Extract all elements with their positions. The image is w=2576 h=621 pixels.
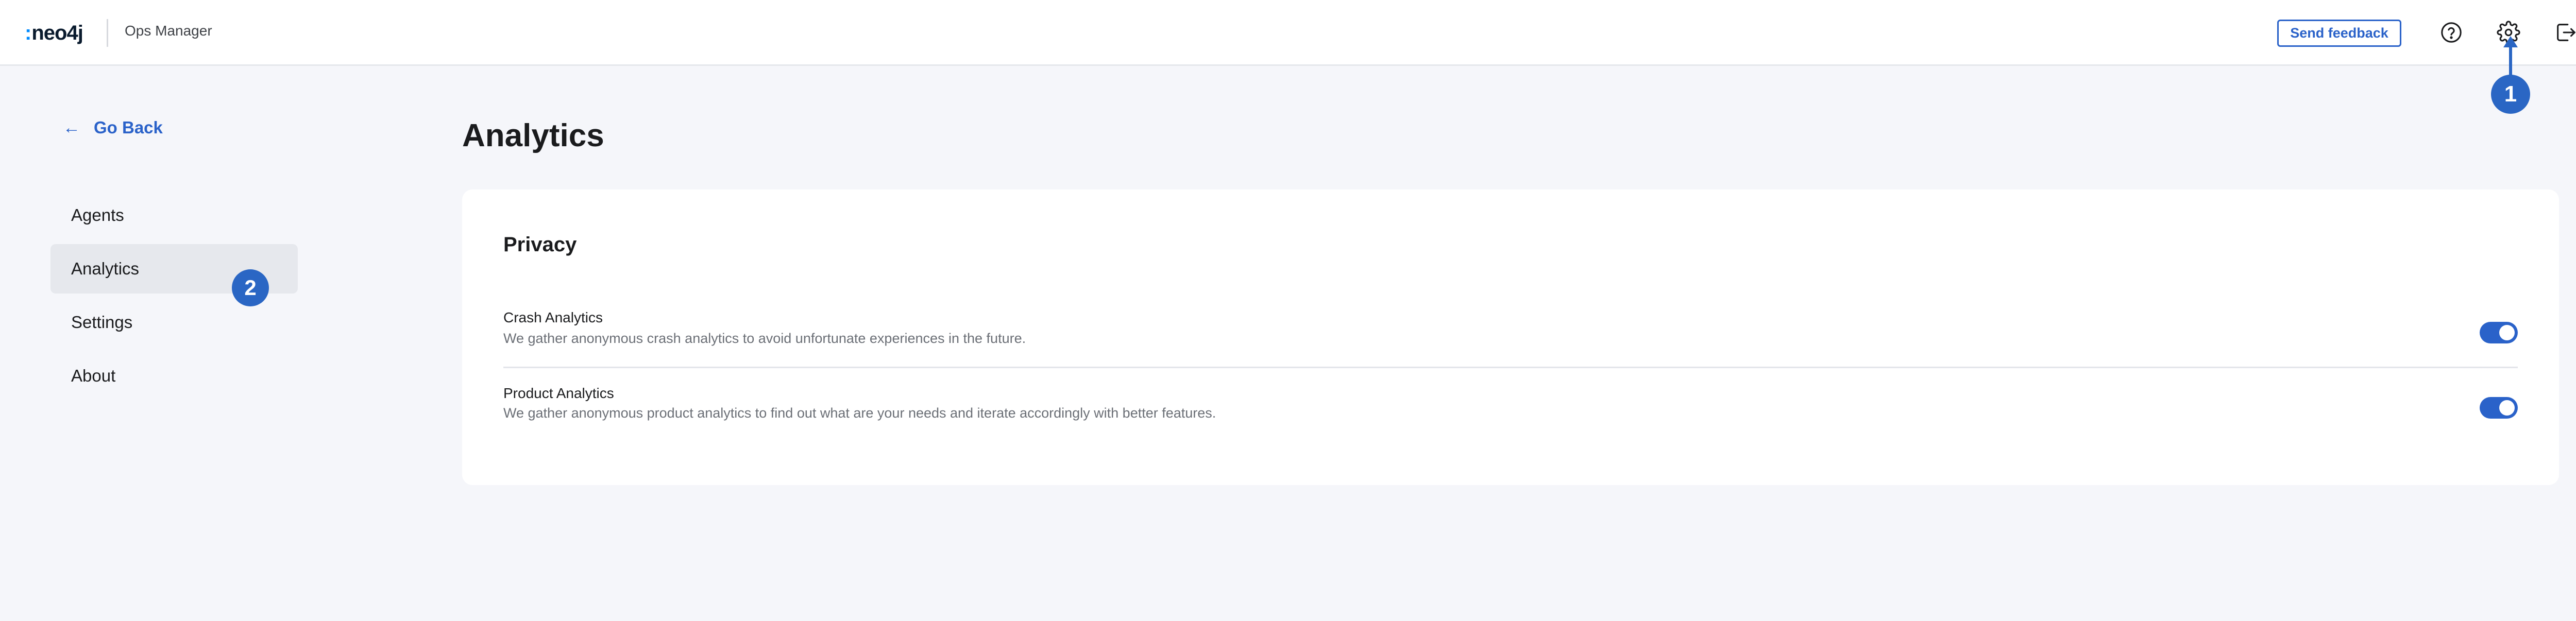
neo4j-logo[interactable]: : neo4j xyxy=(25,18,83,48)
privacy-card: Privacy Crash Analytics We gather anonym… xyxy=(462,189,2559,485)
logo-text: neo4j xyxy=(31,21,83,44)
logout-icon[interactable] xyxy=(2554,21,2576,44)
callout-arrow-icon xyxy=(2503,36,2518,77)
sidebar-item-label: About xyxy=(71,366,116,385)
sidebar-item-label: Analytics xyxy=(71,259,140,278)
callout-badge-2: 2 xyxy=(232,269,269,306)
go-back-link[interactable]: ← Go Back xyxy=(63,117,163,138)
go-back-label: Go Back xyxy=(94,118,163,137)
card-title: Privacy xyxy=(503,233,577,256)
crash-analytics-description: We gather anonymous crash analytics to a… xyxy=(503,331,1026,346)
app-name: Ops Manager xyxy=(125,23,212,39)
sidebar-item-agents[interactable]: Agents xyxy=(50,191,298,240)
send-feedback-button[interactable]: Send feedback xyxy=(2277,20,2401,47)
row-divider xyxy=(503,367,2518,368)
logo-mark-icon: : xyxy=(25,21,31,44)
crash-analytics-label: Crash Analytics xyxy=(503,309,603,325)
arrow-left-icon: ← xyxy=(63,117,80,137)
top-header: : neo4j Ops Manager Send feedback xyxy=(0,0,2576,66)
help-icon[interactable] xyxy=(2439,21,2463,44)
sidebar-item-about[interactable]: About xyxy=(50,351,298,401)
toggle-knob xyxy=(2499,400,2515,416)
logo-divider xyxy=(107,19,108,47)
sidebar-item-label: Agents xyxy=(71,205,124,225)
sidebar-item-settings[interactable]: Settings xyxy=(50,298,298,347)
sidebar-item-label: Settings xyxy=(71,313,133,332)
callout-badge-1: 1 xyxy=(2491,75,2530,114)
page-title: Analytics xyxy=(462,118,604,153)
product-analytics-description: We gather anonymous product analytics to… xyxy=(503,405,1216,421)
toggle-knob xyxy=(2499,325,2515,340)
crash-analytics-toggle[interactable] xyxy=(2480,322,2518,343)
product-analytics-label: Product Analytics xyxy=(503,385,614,401)
product-analytics-toggle[interactable] xyxy=(2480,397,2518,419)
